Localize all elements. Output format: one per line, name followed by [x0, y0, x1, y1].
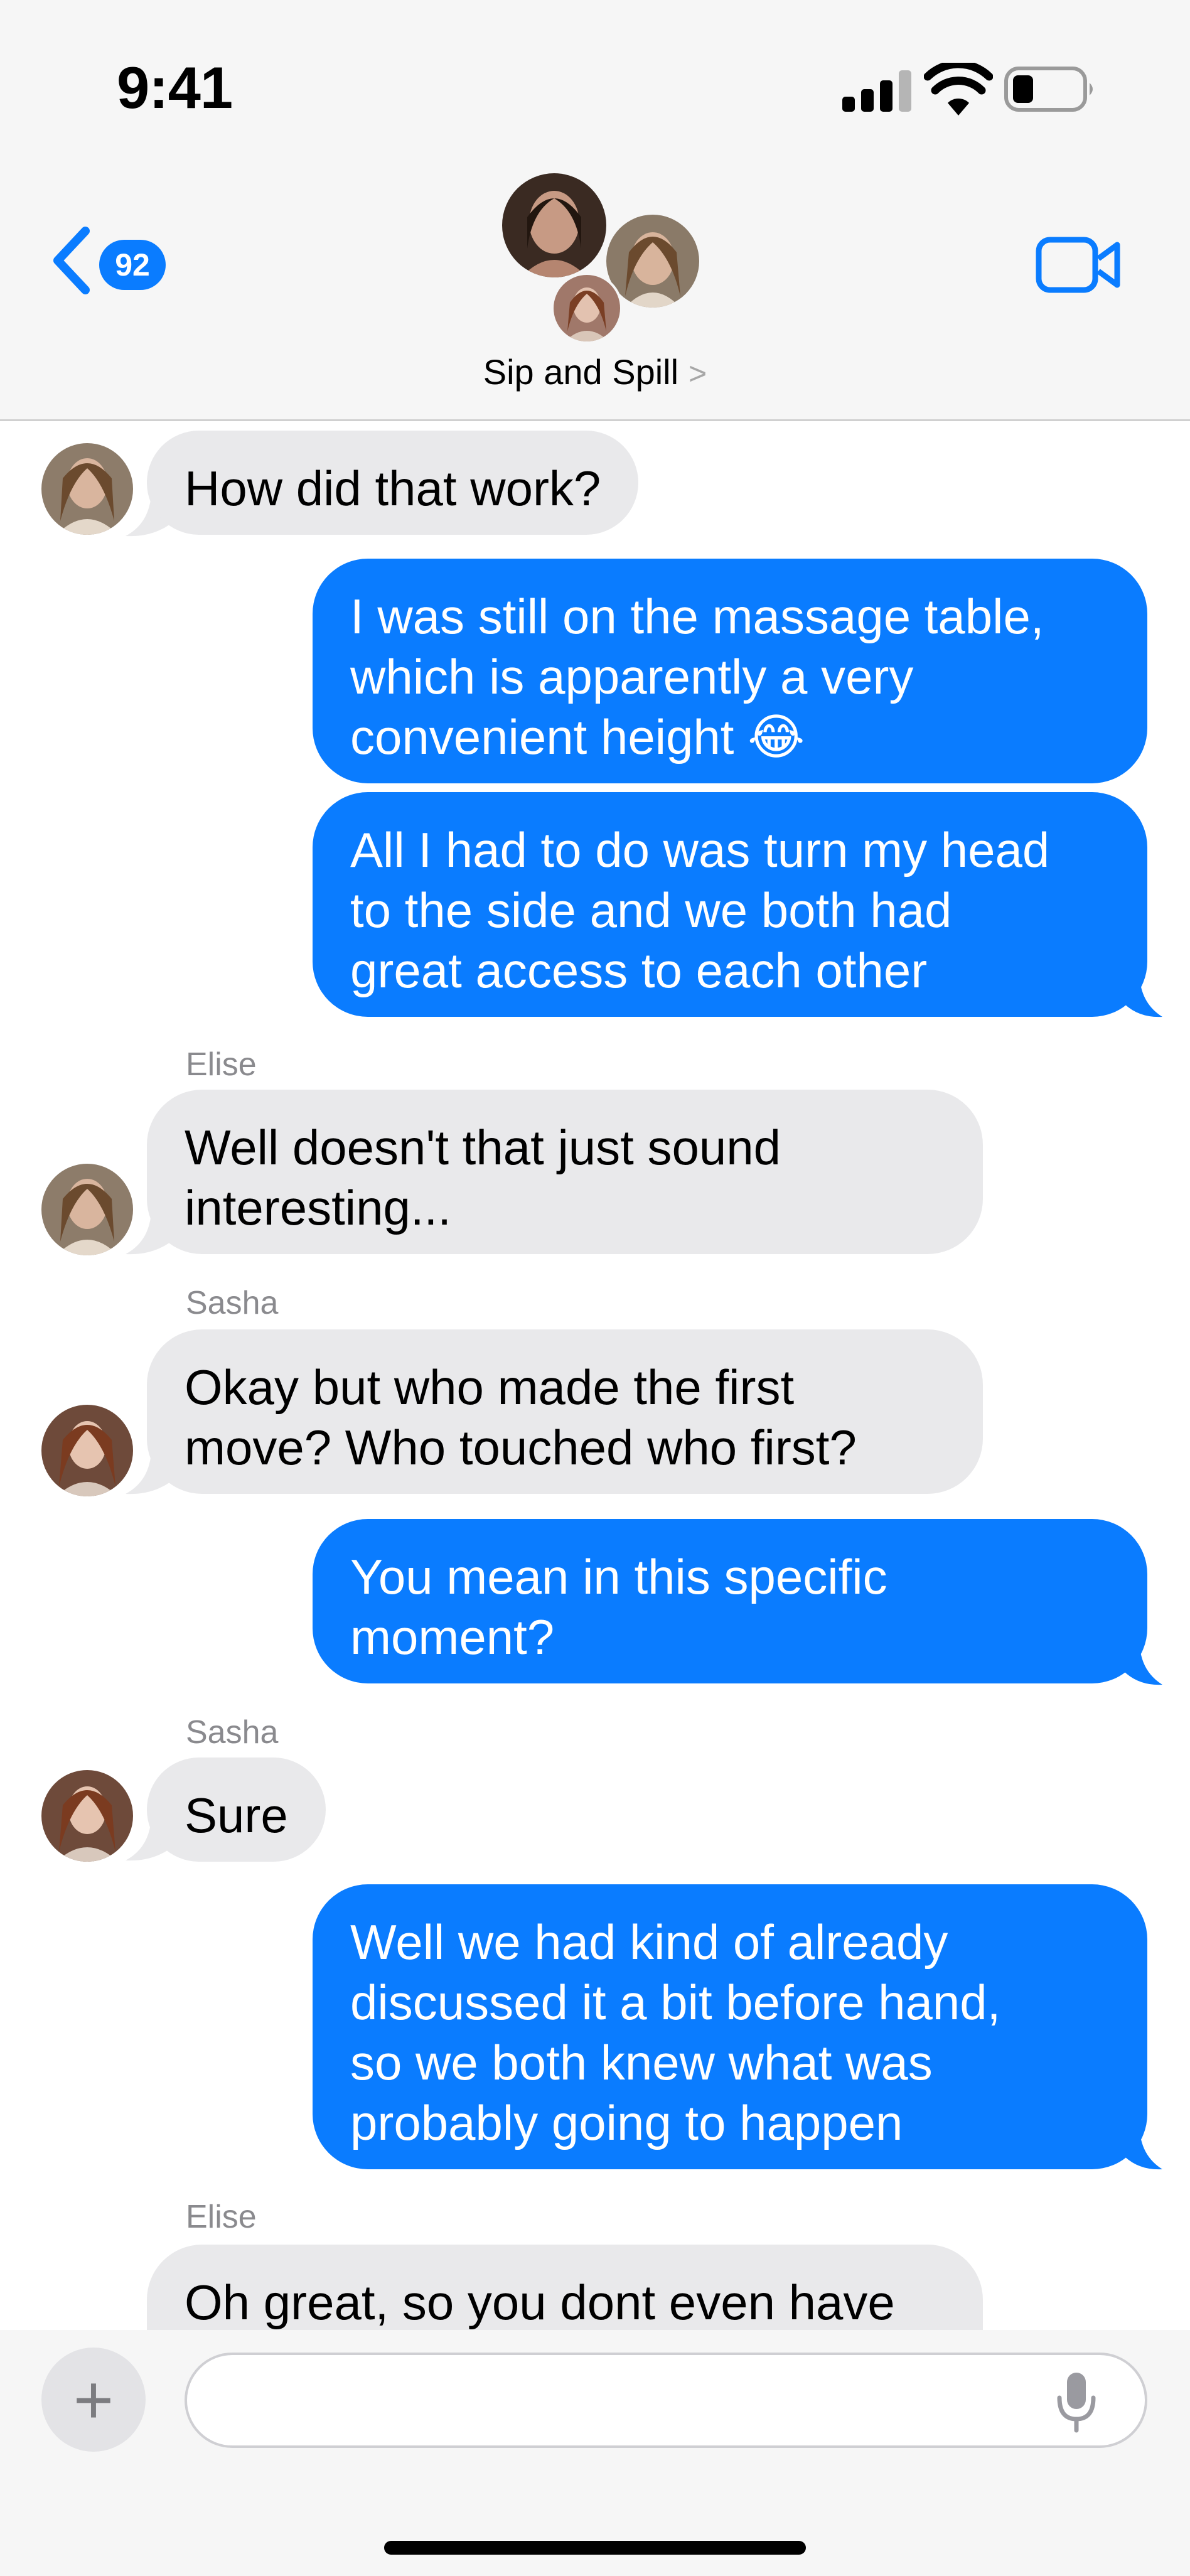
message-bubble-incoming[interactable]: Sure — [147, 1758, 326, 1862]
message-line: discussed it a bit before hand, — [350, 1975, 1001, 2030]
message-bubble-incoming[interactable]: Well doesn't that just sound interesting… — [147, 1090, 983, 1254]
message-bubble-outgoing[interactable]: I was still on the massage table, which … — [313, 559, 1147, 783]
message-text: Sure — [185, 1788, 288, 1843]
avatar-elise[interactable] — [41, 1164, 133, 1255]
message-bubble-incoming[interactable]: Okay but who made the first move? Who to… — [147, 1329, 983, 1494]
laughing-emoji: 😂 — [748, 709, 805, 765]
message-line: convenient height — [350, 709, 734, 765]
message-line: All I had to do was turn my head — [350, 822, 1050, 877]
message-text: Oh great, so you dont even have — [185, 2275, 895, 2330]
microphone-icon[interactable] — [1054, 2370, 1098, 2433]
wifi-icon — [924, 63, 993, 115]
avatar-sasha[interactable] — [41, 1770, 133, 1862]
message-line: You mean in this specific — [350, 1549, 887, 1604]
group-avatar-1[interactable] — [500, 171, 609, 280]
group-name-button[interactable]: Sip and Spill > — [0, 352, 1190, 392]
message-line: Well we had kind of already — [350, 1914, 948, 1970]
message-line: great access to each other — [350, 943, 928, 998]
message-bubble-outgoing[interactable]: You mean in this specific moment? — [313, 1519, 1147, 1683]
group-name: Sip and Spill — [483, 352, 679, 392]
message-line: probably going to happen — [350, 2095, 903, 2150]
message-line: which is apparently a very — [350, 649, 914, 704]
message-line: so we both knew what was — [350, 2035, 933, 2090]
message-line: Well doesn't that just sound — [185, 1120, 781, 1175]
message-line: interesting... — [185, 1180, 451, 1235]
status-time: 9:41 — [117, 55, 233, 121]
sender-name: Elise — [186, 2199, 257, 2235]
group-avatar-3[interactable] — [551, 272, 623, 344]
sender-name: Sasha — [186, 1714, 279, 1751]
home-indicator — [384, 2541, 806, 2555]
message-bubble-outgoing[interactable]: Well we had kind of already discussed it… — [313, 1884, 1147, 2169]
message-line: move? Who touched who first? — [185, 1420, 857, 1475]
unread-count-badge[interactable]: 92 — [99, 240, 166, 290]
conversation-header: 9:41 92 Sip and Spill > — [0, 0, 1190, 421]
sender-name: Sasha — [186, 1285, 279, 1321]
sender-name: Elise — [186, 1046, 257, 1083]
plus-button[interactable]: + — [41, 2348, 146, 2452]
message-bubble-incoming[interactable]: How did that work? — [147, 431, 639, 535]
back-chevron-icon — [53, 227, 90, 294]
plus-icon: + — [73, 2361, 114, 2439]
message-line: to the side and we both had — [350, 883, 952, 938]
message-text: How did that work? — [185, 461, 601, 516]
avatar-elise[interactable] — [41, 443, 133, 535]
chevron-right-icon: > — [689, 356, 707, 391]
avatar-sasha[interactable] — [41, 1405, 133, 1496]
message-line: I was still on the massage table, — [350, 589, 1044, 644]
message-bubble-outgoing[interactable]: All I had to do was turn my head to the … — [313, 792, 1147, 1017]
message-line: moment? — [350, 1609, 555, 1665]
signal-icon — [842, 70, 911, 112]
battery-icon — [1004, 67, 1093, 112]
message-line: Okay but who made the first — [185, 1360, 795, 1415]
message-input[interactable] — [185, 2353, 1147, 2448]
video-camera-icon[interactable] — [1036, 236, 1121, 294]
